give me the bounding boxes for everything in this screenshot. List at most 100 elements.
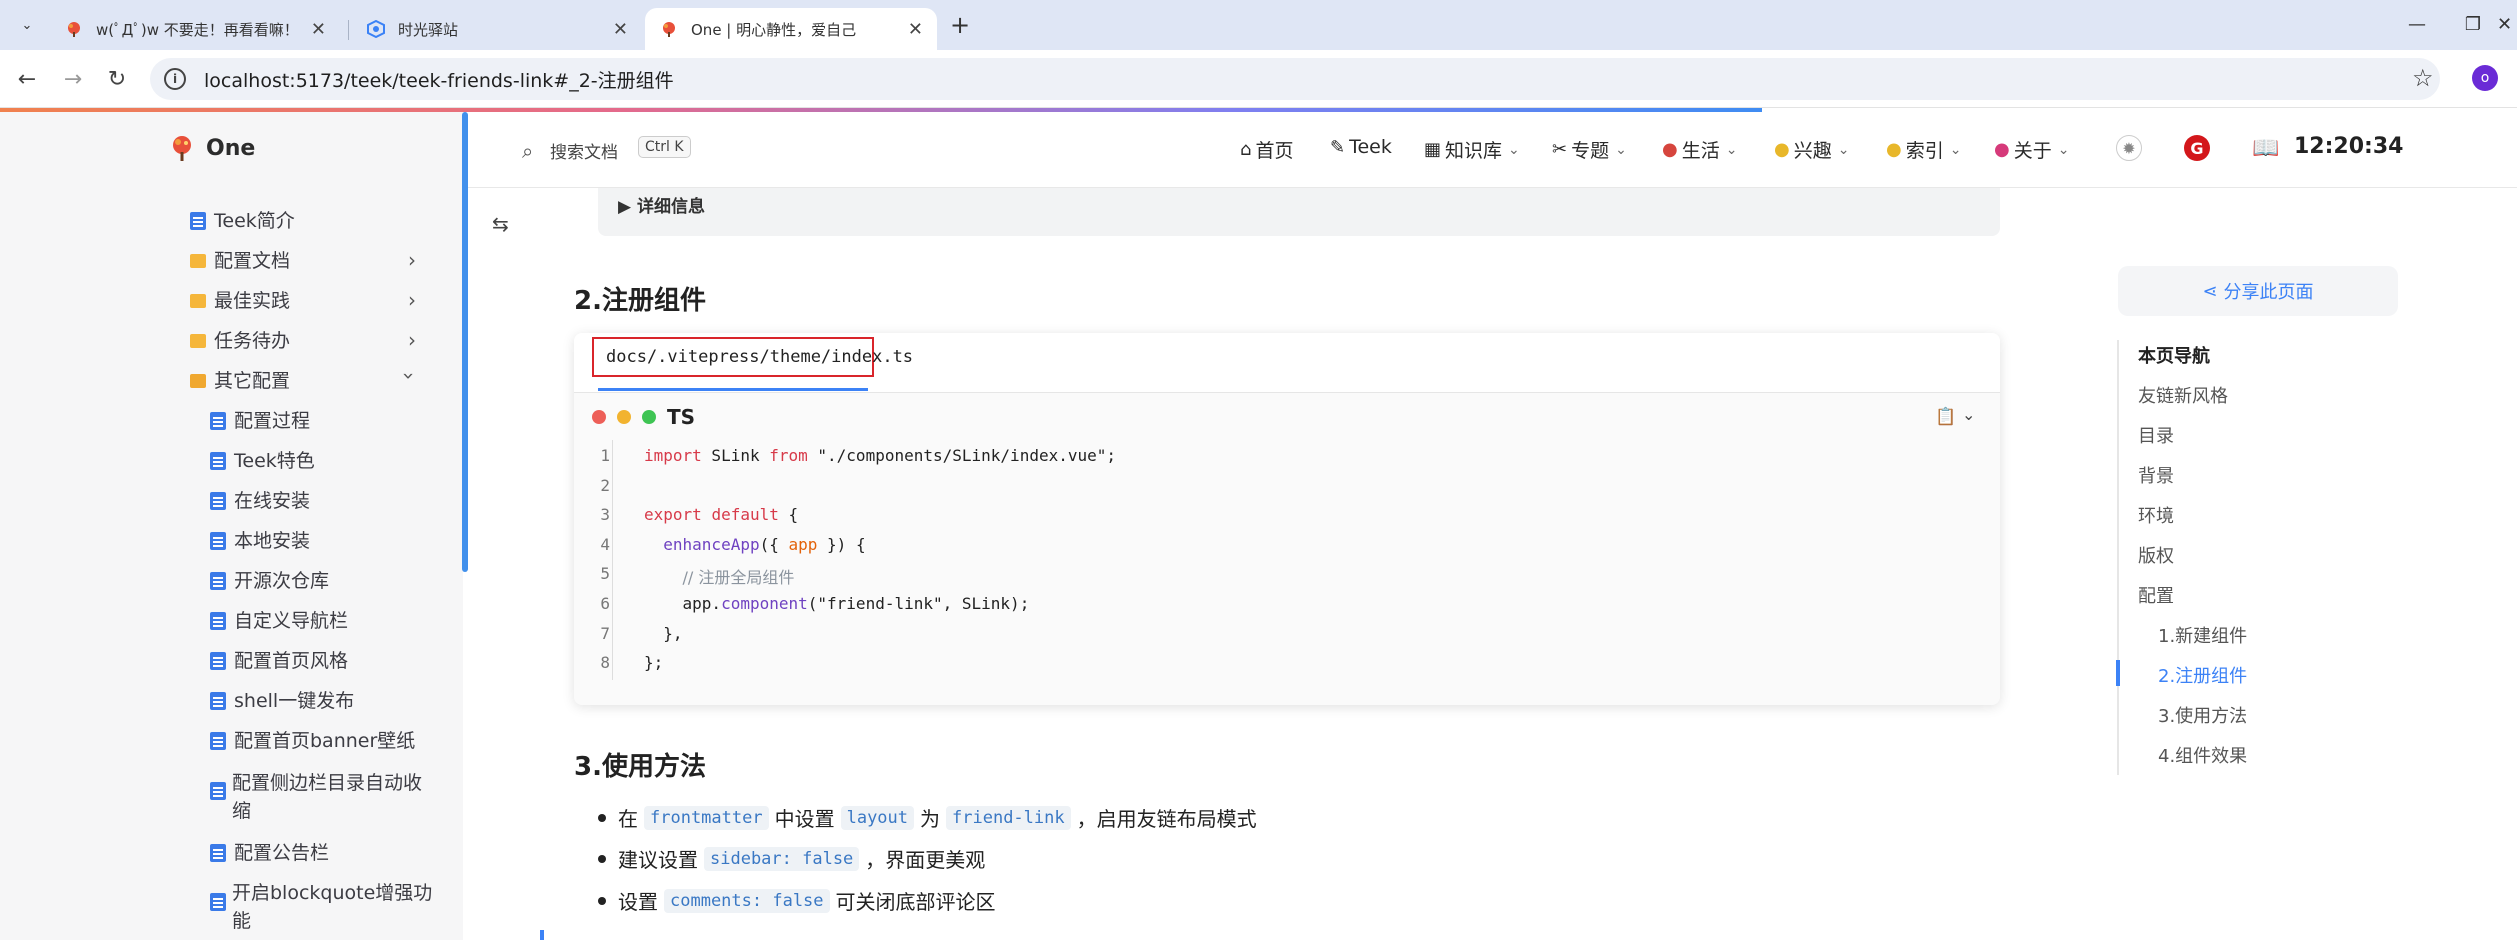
toc-item[interactable]: 版权 [2138,542,2174,568]
sidebar-item-teek-intro[interactable]: Teek简介 [190,207,295,235]
reload-icon[interactable]: ↻ [102,64,132,94]
profile-avatar[interactable]: o [2472,65,2498,91]
share-page-button[interactable]: ⋖ 分享此页面 [2118,266,2398,316]
topic-icon: ✂ [1552,139,1568,160]
chevron-right-icon[interactable]: › [408,248,416,272]
chevron-right-icon[interactable]: › [408,288,416,312]
back-arrow-icon[interactable]: ← [12,64,42,94]
tab-close-icon[interactable]: ✕ [908,19,923,40]
details-summary[interactable]: ▶ 详细信息 [618,192,705,217]
toc-rail [2117,340,2119,775]
code-line: import SLink from "./components/SLink/in… [644,446,1116,465]
nav-item-about[interactable]: ● 关于 ⌄ [1994,136,2069,163]
theme-toggle-sun-icon[interactable]: ✹ [2116,135,2142,161]
mac-dot-red-icon [592,410,606,424]
chevron-down-icon[interactable]: ⌄ [1962,405,1975,424]
sidebar-item-best-practice[interactable]: 最佳实践 [190,287,290,315]
code-token: // 注册全局组件 [682,568,795,588]
code-line: export default { [644,505,798,524]
document-icon [210,732,226,750]
code-line-number: 2 [600,475,610,495]
sidebar-child-item[interactable]: 开源次仓库 [210,567,329,595]
toc-item[interactable]: 4.组件效果 [2158,742,2247,768]
sidebar-collapse-icon[interactable]: ⇆ [492,212,509,236]
sidebar-item-other-config[interactable]: 其它配置 [190,367,290,395]
address-bar[interactable]: i localhost:5173/teek/teek-friends-link#… [150,58,2440,100]
nav-item-topic[interactable]: ✂ 专题 ⌄ [1552,136,1627,163]
site-logo-icon[interactable] [168,134,196,162]
document-icon [210,844,226,862]
gitee-icon[interactable]: G [2184,135,2210,161]
chevron-right-icon[interactable]: › [408,328,416,352]
bookmark-star-icon[interactable]: ☆ [2412,64,2434,92]
site-title[interactable]: One [206,134,255,164]
tab-favicon-icon [64,19,84,39]
sidebar-child-item[interactable]: shell一键发布 [210,687,354,715]
sidebar-item-config-docs[interactable]: 配置文档 [190,247,290,275]
sidebar-child-item[interactable]: 配置首页banner壁纸 [210,727,415,755]
toc-item[interactable]: 背景 [2138,462,2174,488]
sidebar-child-item[interactable]: Teek特色 [210,447,315,475]
folder-icon [190,254,206,268]
browser-tab-1[interactable]: w(ﾟДﾟ)w 不要走！再看看嘛！ ✕ [50,8,340,50]
code-line: }, [644,623,683,643]
code-file-tab[interactable]: docs/.vitepress/theme/index.ts [592,337,913,377]
sidebar-item-label: Teek简介 [214,210,295,232]
nav-item-home[interactable]: ⌂ 首页 [1240,136,1293,163]
scroll-marker [540,930,544,940]
restore-icon[interactable]: ❐ [2448,8,2498,40]
toc-item[interactable]: 环境 [2138,502,2174,528]
details-block [598,188,2000,236]
search-button-label[interactable]: 搜索文档 [550,138,618,163]
sidebar-child-item[interactable]: 本地安装 [210,527,310,555]
sidebar-child-item[interactable]: 在线安装 [210,487,310,515]
toc-item[interactable]: 友链新风格 [2138,382,2228,408]
new-tab-plus-icon[interactable]: + [945,11,975,39]
close-window-icon[interactable]: ✕ [2492,8,2517,40]
minimize-icon[interactable]: — [2392,8,2442,40]
sidebar-child-item[interactable] [210,782,234,800]
tab-favicon-icon [659,19,679,39]
code-token: }) { [817,534,866,554]
toc-item[interactable]: 目录 [2138,422,2174,448]
toc-item[interactable]: 3.使用方法 [2158,702,2247,728]
nav-item-hobby[interactable]: ● 兴趣 ⌄ [1774,136,1849,163]
copy-code-icon[interactable]: 📋 [1935,407,1956,427]
chevron-down-icon[interactable]: › [397,372,421,380]
reading-mode-book-icon[interactable]: 📖 [2252,136,2279,161]
sidebar-child-label: 本地安装 [234,530,311,552]
sidebar-child-item[interactable]: 配置首页风格 [210,647,348,675]
tab-title: One | 明心静性，爱自己 [691,20,857,39]
folder-icon [190,334,206,348]
browser-tab-2[interactable]: 时光驿站 ✕ [352,8,642,50]
sidebar-child-item[interactable]: 自定义导航栏 [210,607,348,635]
document-icon [210,412,226,430]
code-tab-active-underline [598,388,868,391]
code-line-number: 8 [600,653,610,673]
document-icon [210,893,226,911]
sidebar-item-label: 配置文档 [214,250,291,272]
sidebar-child-item[interactable]: 配置公告栏 [210,839,329,867]
toc-item[interactable]: 配置 [2138,582,2174,608]
tab-close-icon[interactable]: ✕ [613,19,628,40]
toc-item[interactable]: 2.注册组件 [2158,662,2247,688]
nav-item-knowledge[interactable]: ▦ 知识库 ⌄ [1424,136,1520,163]
nav-item-teek[interactable]: ✎ Teek [1330,136,1392,158]
sidebar-child-item[interactable]: 配置过程 [210,407,310,435]
code-token: }, [644,623,683,643]
nav-item-life[interactable]: ● 生活 ⌄ [1662,136,1737,163]
nav-item-index[interactable]: ● 索引 ⌄ [1886,136,1961,163]
list-text: 建议设置 [618,848,698,872]
sidebar-item-todo[interactable]: 任务待办 [190,327,290,355]
sidebar-child-item[interactable] [210,893,234,911]
code-line-number: 5 [600,564,610,584]
toc-item[interactable]: 1.新建组件 [2158,622,2247,648]
tab-close-icon[interactable]: ✕ [311,19,326,40]
forward-arrow-icon[interactable]: → [58,64,88,94]
browser-tab-3-active[interactable]: One | 明心静性，爱自己 ✕ [645,8,937,50]
bullet-dot [598,896,606,905]
search-icon[interactable]: ⌕ [522,139,533,163]
sidebar-item-label: 其它配置 [214,370,291,392]
site-info-icon[interactable]: i [164,68,186,90]
tab-search-chevron-icon[interactable]: ⌄ [12,12,42,38]
